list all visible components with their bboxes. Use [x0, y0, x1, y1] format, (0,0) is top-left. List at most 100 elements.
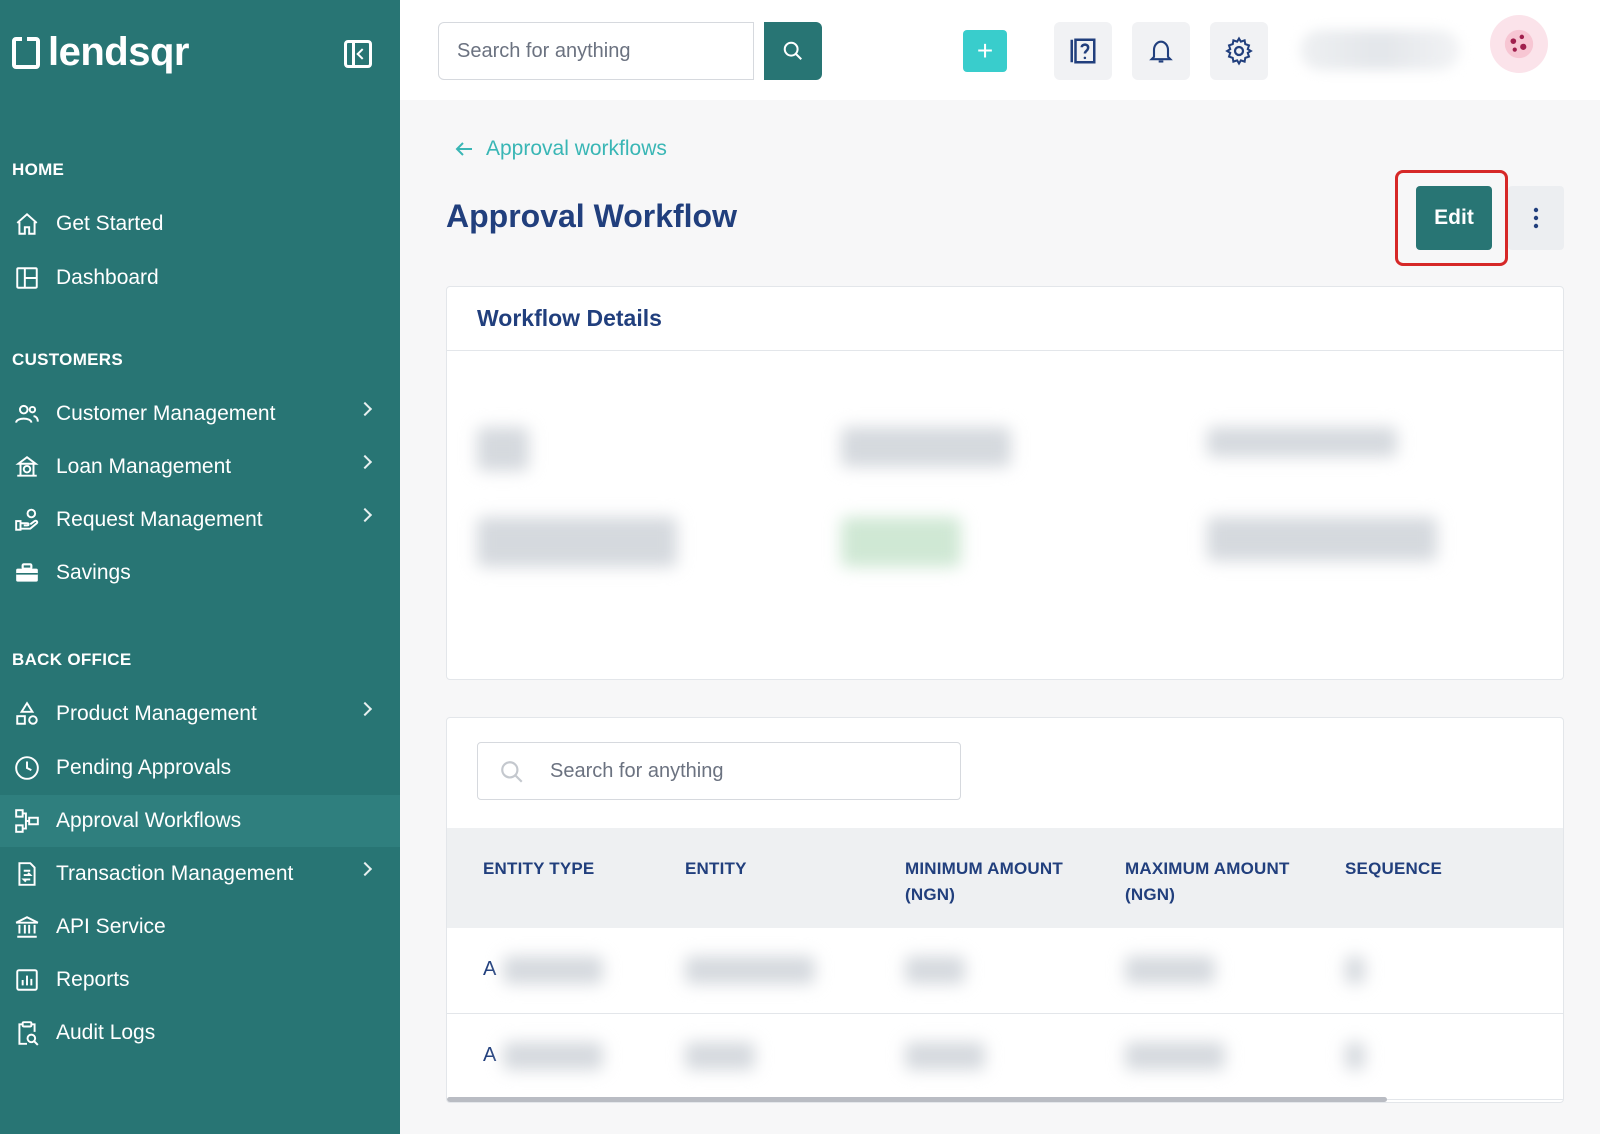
sidebar-item-reports[interactable]: Reports — [0, 954, 400, 1006]
bell-icon — [1149, 40, 1173, 63]
help-button[interactable] — [1054, 22, 1112, 80]
global-search-input[interactable] — [438, 22, 754, 80]
users-icon — [14, 401, 40, 427]
back-link-label: Approval workflows — [486, 137, 667, 160]
sidebar-item-label: Savings — [56, 561, 131, 584]
sidebar-item-loan-management[interactable]: Loan Management — [0, 441, 400, 493]
sidebar-item-product-management[interactable]: Product Management — [0, 688, 400, 740]
avatar[interactable] — [1490, 15, 1548, 73]
add-button[interactable]: + — [963, 30, 1007, 72]
shapes-icon — [14, 701, 40, 727]
table-row[interactable]: A — [447, 1014, 1563, 1100]
table-cell-entity-type: A — [483, 1044, 497, 1066]
dashboard-icon — [14, 265, 40, 291]
redacted-detail — [477, 517, 677, 567]
redacted-cell — [685, 956, 815, 984]
section-title-back-office: BACK OFFICE — [12, 650, 132, 669]
home-icon — [14, 211, 40, 237]
redacted-cell — [503, 1042, 603, 1070]
section-title-home: HOME — [12, 160, 65, 179]
arrow-left-icon — [455, 142, 472, 156]
notifications-button[interactable] — [1132, 22, 1190, 80]
search-icon — [501, 761, 523, 783]
table-row[interactable]: A — [447, 928, 1563, 1014]
redacted-cell — [1345, 956, 1365, 984]
sidebar-item-label: Customer Management — [56, 402, 276, 425]
transaction-icon — [14, 861, 40, 887]
redacted-cell — [905, 956, 965, 984]
briefcase-icon — [14, 560, 40, 586]
loan-icon — [14, 454, 40, 480]
report-icon — [14, 967, 40, 993]
audit-icon — [14, 1020, 40, 1046]
more-vertical-icon — [1533, 207, 1539, 229]
sidebar-item-customer-management[interactable]: Customer Management — [0, 388, 400, 440]
top-bar: + — [400, 0, 1600, 100]
settings-button[interactable] — [1210, 22, 1268, 80]
chevron-right-icon — [357, 701, 373, 717]
gear-icon — [1225, 36, 1253, 66]
help-icon — [1070, 38, 1096, 64]
sidebar-item-label: Audit Logs — [56, 1021, 156, 1044]
search-icon — [783, 41, 802, 60]
sidebar-item-label: API Service — [56, 915, 166, 938]
sidebar-item-transaction-management[interactable]: Transaction Management — [0, 848, 400, 900]
sidebar-item-request-management[interactable]: Request Management — [0, 494, 400, 546]
workflow-icon — [14, 808, 40, 834]
section-title-customers: CUSTOMERS — [12, 350, 124, 369]
collapse-sidebar-button[interactable] — [344, 40, 372, 68]
workflow-details-card: Workflow Details — [446, 286, 1564, 680]
table-search-input[interactable] — [477, 742, 961, 800]
redacted-detail — [1207, 427, 1397, 457]
sidebar-item-api-service[interactable]: API Service — [0, 901, 400, 953]
redacted-cell — [905, 1042, 985, 1070]
sidebar-item-savings[interactable]: Savings — [0, 547, 400, 599]
logo-mark-icon — [12, 36, 40, 69]
redacted-cell — [1345, 1042, 1365, 1070]
redacted-cell — [1125, 1042, 1225, 1070]
redacted-cell — [1125, 956, 1215, 984]
more-options-button[interactable] — [1508, 186, 1564, 250]
column-header-entity[interactable]: ENTITY — [685, 856, 865, 882]
sidebar: lendsqr HOME Get Started Dashboard CUSTO… — [0, 0, 400, 1134]
column-header-minimum-amount[interactable]: MINIMUM AMOUNT (NGN) — [905, 856, 1085, 908]
plus-icon: + — [976, 35, 994, 66]
redacted-cell — [685, 1042, 755, 1070]
sidebar-item-label: Dashboard — [56, 266, 159, 289]
redacted-detail — [841, 427, 1011, 467]
workflow-details-title: Workflow Details — [447, 287, 1563, 351]
page-title: Approval Workflow — [446, 198, 737, 234]
sidebar-item-pending-approvals[interactable]: Pending Approvals — [0, 742, 400, 794]
redacted-detail — [477, 427, 529, 471]
request-icon — [14, 507, 40, 533]
user-name-redacted — [1300, 30, 1460, 70]
sidebar-item-approval-workflows[interactable]: Approval Workflows — [0, 795, 400, 847]
sidebar-item-get-started[interactable]: Get Started — [0, 198, 400, 250]
sidebar-item-label: Loan Management — [56, 455, 232, 478]
global-search-button[interactable] — [764, 22, 822, 80]
brand-logo[interactable]: lendsqr — [12, 30, 189, 75]
workflow-table-card: ENTITY TYPE ENTITY MINIMUM AMOUNT (NGN) … — [446, 717, 1564, 1103]
sidebar-item-label: Product Management — [56, 702, 257, 725]
chevron-right-icon — [357, 861, 373, 877]
redacted-detail — [1207, 517, 1437, 561]
sidebar-item-label: Request Management — [56, 508, 263, 531]
column-header-sequence[interactable]: SEQUENCE — [1345, 856, 1525, 882]
horizontal-scrollbar[interactable] — [447, 1097, 1387, 1102]
column-header-maximum-amount[interactable]: MAXIMUM AMOUNT (NGN) — [1125, 856, 1315, 908]
chevron-right-icon — [357, 401, 373, 417]
sidebar-item-dashboard[interactable]: Dashboard — [0, 252, 400, 304]
chevron-right-icon — [357, 507, 373, 523]
edit-button[interactable]: Edit — [1416, 186, 1492, 250]
chevron-right-icon — [357, 454, 373, 470]
back-to-approval-workflows-link[interactable]: Approval workflows — [452, 137, 667, 161]
sidebar-item-label: Get Started — [56, 212, 164, 235]
sidebar-item-label: Approval Workflows — [56, 809, 242, 832]
avatar-image-icon — [1504, 29, 1534, 59]
column-header-entity-type[interactable]: ENTITY TYPE — [483, 856, 663, 882]
table-header: ENTITY TYPE ENTITY MINIMUM AMOUNT (NGN) … — [447, 828, 1563, 928]
sidebar-item-audit-logs[interactable]: Audit Logs — [0, 1007, 400, 1059]
sidebar-item-label: Pending Approvals — [56, 756, 232, 779]
clock-icon — [14, 755, 40, 781]
bank-icon — [14, 914, 40, 940]
